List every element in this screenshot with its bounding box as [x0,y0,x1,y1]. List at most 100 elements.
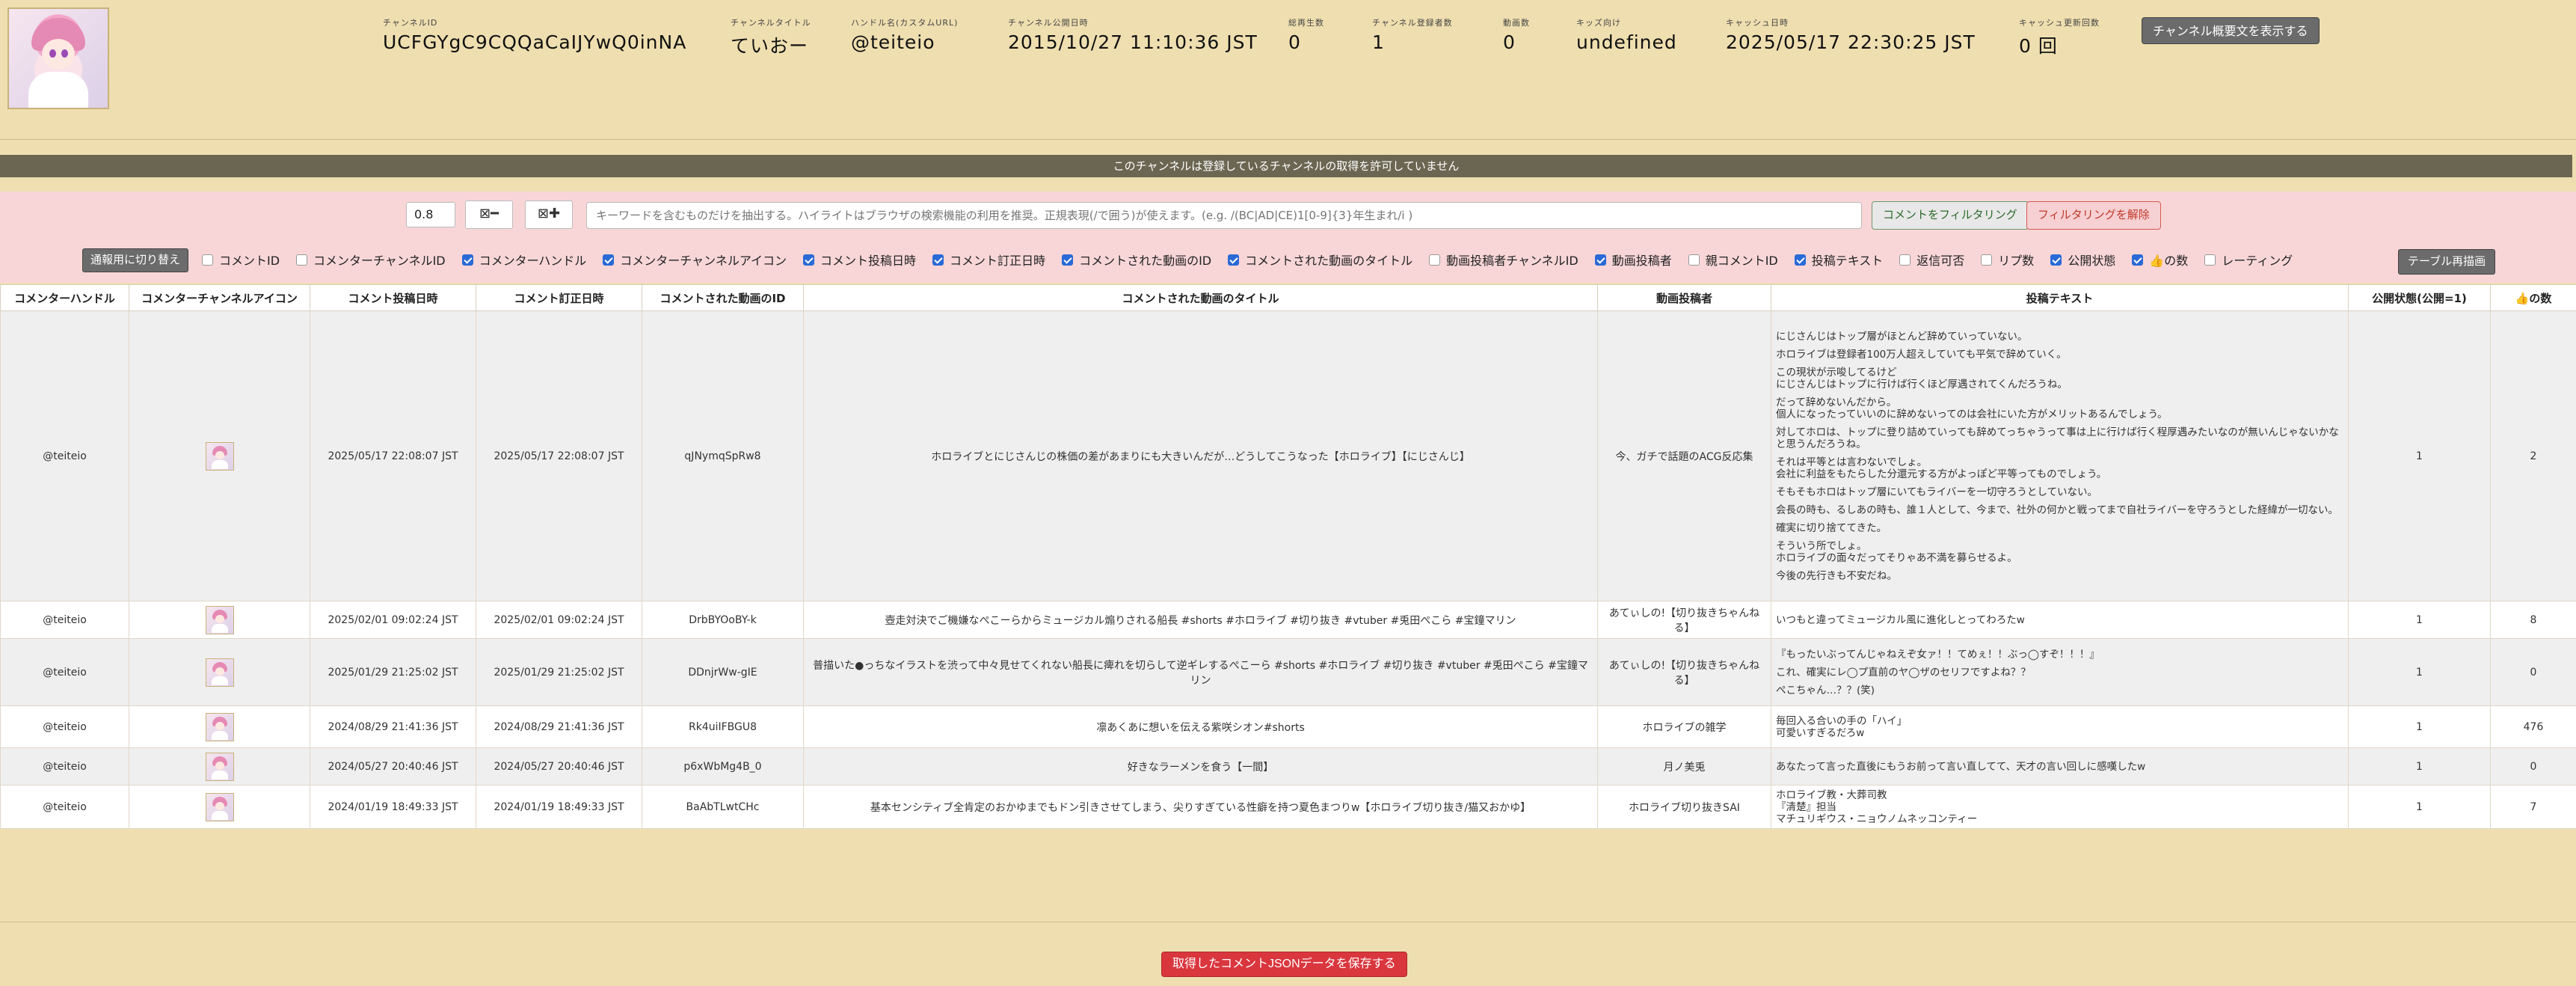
comment-paragraph: 今後の先行きも不安だね。 [1776,569,1897,582]
comment-paragraph: 確実に切り捨ててきた。 [1776,521,1887,534]
column-toggle[interactable]: 投稿テキスト [1794,251,1883,269]
cell-comment-text: いつもと違ってミュージカル風に進化しとってわろたw [1771,601,2349,639]
channel-title-value: ていおー [731,35,809,57]
table-row: @teiteio 2024/01/19 18:49:33 JST 2024/01/1… [0,785,2576,829]
table-body: @teiteio 2025/05/17 22:08:07 JST 2025/05/1… [0,310,2576,829]
column-toggle-checkbox[interactable] [2204,254,2216,266]
comment-paragraph: にじさんじはトップ層がほとんど辞めていっていない。 [1776,330,2028,343]
header-comment-text[interactable]: 投稿テキスト [1771,284,2349,311]
column-toggle-label: 返信可否 [1916,254,1965,268]
column-toggle[interactable]: 公開状態 [2050,251,2115,269]
column-toggle-checkbox[interactable] [1688,254,1700,266]
cell-video-title: 壺走対決でご機嫌なぺこーらからミュージカル煽りされる船長 #shorts #ホロ… [803,601,1598,639]
cell-comment-text: 『もったいぶってんじゃねえぞ女ァ！！てめぇ！！ぶっ◯すぞ！！！』 これ、確実にレ◯… [1771,638,2349,706]
column-toggle[interactable]: コメンターハンドル [461,251,586,269]
column-toggle-label: コメントID [219,254,280,268]
filter-comments-button[interactable]: コメントをフィルタリング [1872,201,2029,230]
show-description-button[interactable]: チャンネル概要文を表示する [2142,17,2320,44]
column-toggle-checkbox[interactable] [1062,254,1074,266]
comment-paragraph: そういう所でしょ。 ホロライブの面々だってそりゃあ不満を募らせるよ。 [1776,539,2017,564]
header-likes[interactable]: 👍の数 [2490,284,2576,311]
channel-published-value: 2015/10/27 11:10:36 JST [1008,31,1258,53]
filter-input[interactable] [586,202,1862,229]
channel-avatar [7,7,109,109]
column-toggle[interactable]: 動画投稿者 [1594,251,1672,269]
column-toggle-checkbox[interactable] [296,254,308,266]
channel-subscribers-block: チャンネル登録者数 1 [1372,16,1453,53]
cell-video-title: 普描いた●っちなイラストを渋って中々見せてくれない船長に痺れを切らして逆ギレする… [803,638,1598,706]
cell-posted-at: 2025/02/01 09:02:24 JST [310,601,476,639]
zoom-input[interactable]: 0.8 [406,202,455,227]
header-posted-at[interactable]: コメント投稿日時 [310,284,476,311]
cell-edited-at: 2024/08/29 21:41:36 JST [476,705,642,748]
column-toggle[interactable]: 返信可否 [1899,251,1964,269]
channel-cache-count-label: キャッシュ更新回数 [2019,18,2100,28]
column-toggle-checkbox[interactable] [1899,254,1911,266]
channel-kids-label: キッズ向け [1576,18,1621,28]
header-commenter-handle[interactable]: コメンターハンドル [0,284,129,311]
column-toggle[interactable]: コメント投稿日時 [803,251,916,269]
header-video-id[interactable]: コメントされた動画のID [642,284,804,311]
comments-table: コメンターハンドル コメンターチャンネルアイコン コメント投稿日時 コメント訂正… [0,284,2576,829]
channel-views-value: 0 [1288,31,1301,53]
column-toggle[interactable]: レーティング [2204,251,2293,269]
channel-handle-block: ハンドル名(カスタムURL) @teiteio [851,16,958,53]
column-toggle-checkbox[interactable] [2132,254,2144,266]
column-toggle-checkbox[interactable] [202,254,213,266]
column-toggle[interactable]: リプ数 [1981,251,2034,269]
column-toggle-checkbox[interactable] [1228,254,1240,266]
cell-comment-text: 毎回入る合いの手の「ハイ」 可愛いすぎるだろw [1771,705,2349,748]
column-toggle[interactable]: コメントされた動画のID [1062,251,1211,269]
save-json-button[interactable]: 取得したコメントJSONデータを保存する [1161,952,1407,977]
header-edited-at[interactable]: コメント訂正日時 [476,284,642,311]
column-toggle-checkbox[interactable] [803,254,815,266]
column-toggle[interactable]: コメンターチャンネルアイコン [603,251,787,269]
column-toggle-checkbox[interactable] [1429,254,1441,266]
column-toggle-checkbox[interactable] [932,254,944,266]
cell-likes: 8 [2490,601,2576,639]
header-uploader[interactable]: 動画投稿者 [1597,284,1771,311]
column-toggle-label: コメント訂正日時 [950,254,1046,268]
column-toggle[interactable]: コメントされた動画のタイトル [1228,251,1413,269]
cell-video-id: qJNymqSpRw8 [642,310,804,601]
header-video-title[interactable]: コメントされた動画のタイトル [803,284,1598,311]
column-toggle-checkbox[interactable] [461,254,473,266]
report-mode-button[interactable]: 通報用に切り替え [82,248,189,272]
zoom-out-button[interactable]: ⊠━ [465,200,513,229]
zoom-in-button[interactable]: ⊠✚ [525,200,573,229]
column-toggle-checkbox[interactable] [603,254,615,266]
column-toggle[interactable]: コメント訂正日時 [932,251,1045,269]
table-header-row: コメンターハンドル コメンターチャンネルアイコン コメント投稿日時 コメント訂正… [0,284,2576,311]
column-toggle-checkbox[interactable] [1794,254,1806,266]
redraw-table-button[interactable]: テーブル再描画 [2398,249,2496,275]
cell-commenter-icon [129,747,310,786]
channel-cache-count-value: 0 回 [2019,35,2058,57]
channel-subscribers-value: 1 [1372,31,1385,53]
commenter-avatar [205,712,234,741]
comment-paragraph: これ、確実にレ◯プ直前のヤ◯ザのセリフですよね？？ [1776,666,2031,679]
cell-commenter-handle: @teiteio [0,747,129,786]
commenter-avatar [205,792,234,821]
column-toggle[interactable]: 動画投稿者チャンネルID [1429,251,1579,269]
column-toggle[interactable]: 👍の数 [2132,251,2188,269]
clear-filter-button[interactable]: フィルタリングを解除 [2026,201,2161,230]
cell-commenter-handle: @teiteio [0,601,129,639]
channel-kids-block: キッズ向け undefined [1576,16,1677,53]
cell-posted-at: 2024/08/29 21:41:36 JST [310,705,476,748]
channel-header: チャンネルID UCFGYgC9CQQaCaIJYwQ0inNA チャンネルタイ… [0,0,2576,139]
cell-video-id: DDnjrWw-gIE [642,638,804,706]
column-toggle[interactable]: 親コメントID [1688,251,1778,269]
channel-id-label: チャンネルID [383,18,438,28]
column-toggle-label: コメントされた動画のID [1079,254,1212,268]
cell-video-title: 基本センシティブ全肯定のおかゆまでもドン引きさせてしまう、尖りすぎている性癖を持… [803,785,1598,829]
column-toggle-checkbox[interactable] [1594,254,1606,266]
column-toggle[interactable]: コメントID [202,251,280,269]
header-commenter-icon[interactable]: コメンターチャンネルアイコン [129,284,310,311]
column-toggle[interactable]: コメンターチャンネルID [296,251,446,269]
column-toggle-checkbox[interactable] [2050,254,2062,266]
header-public-status[interactable]: 公開状態(公開=1) [2348,284,2491,311]
cell-posted-at: 2025/01/29 21:25:02 JST [310,638,476,706]
comment-paragraph: ぺこちゃん…？？(笑) [1776,684,1875,696]
channel-id-block: チャンネルID UCFGYgC9CQQaCaIJYwQ0inNA [383,16,686,53]
column-toggle-checkbox[interactable] [1981,254,1993,266]
